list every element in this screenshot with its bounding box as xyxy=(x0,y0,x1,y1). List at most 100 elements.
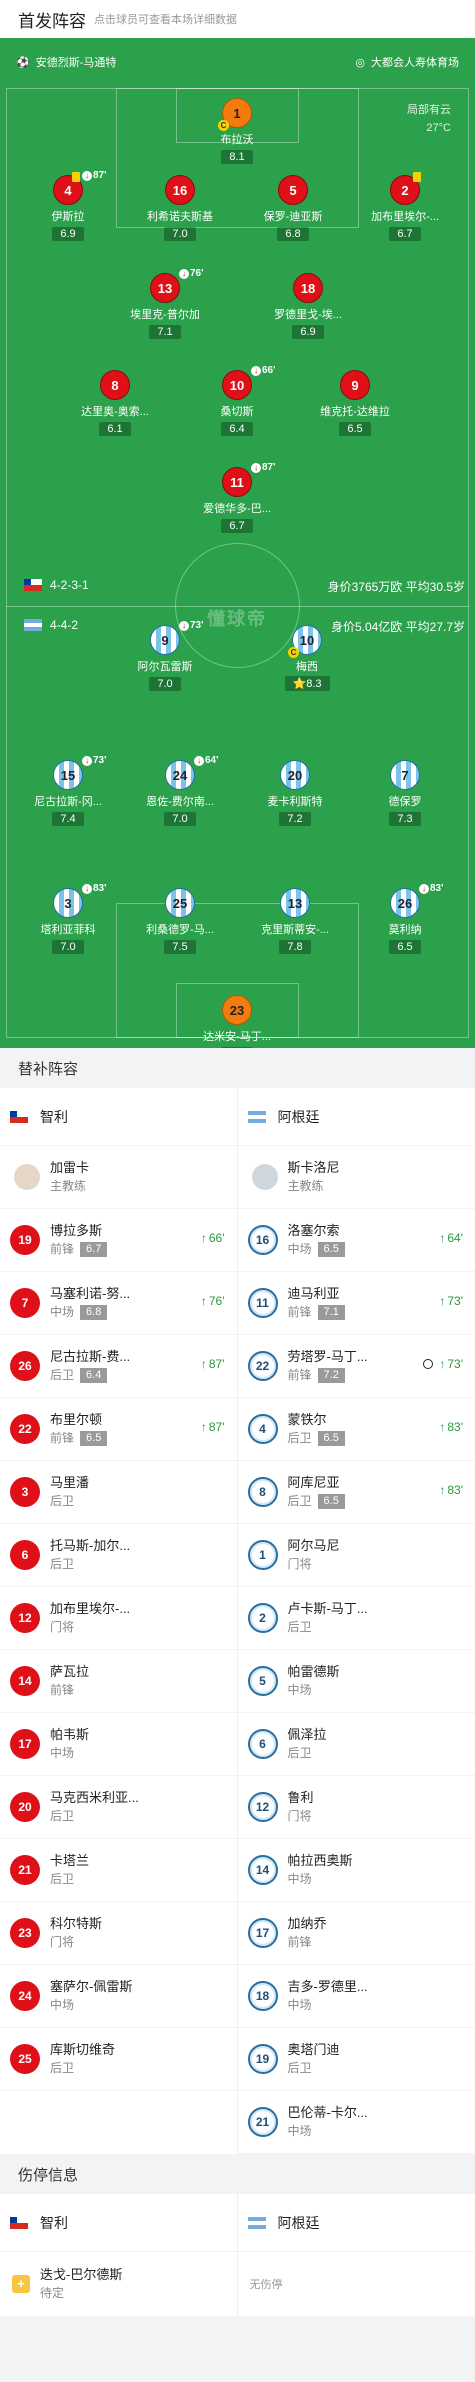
sub-player-row[interactable]: 11 迪马利亚 前锋 7.1 ↑ 73' xyxy=(237,1272,475,1335)
sub-player-row[interactable]: 7 马塞利诺-努... 中场 6.8 ↑ 76' xyxy=(0,1272,237,1335)
home-team-name: 智利 xyxy=(40,1108,68,1125)
sub-minute: 83' xyxy=(447,1420,463,1434)
sub-player-row[interactable]: 22 劳塔罗-马丁... 前锋 7.2 ↑ 73' xyxy=(237,1335,475,1398)
sub-player-row[interactable]: 1 阿尔马尼 门将 xyxy=(237,1524,475,1587)
away-player[interactable]: 26 ↓ 83' 莫利纳 6.5 xyxy=(350,883,460,955)
sub-in-icon: ↑ xyxy=(439,1294,446,1308)
shirt-number: 11 ↓ 87' xyxy=(222,462,276,497)
shirt-number: 25 xyxy=(165,888,195,918)
home-player[interactable]: 8 达里奥-奥索... 6.1 xyxy=(60,370,170,437)
sub-player-row[interactable]: 14 帕拉西奥斯 中场 xyxy=(237,1839,475,1902)
sub-in-icon: ↑ xyxy=(200,1231,207,1245)
sub-player-row[interactable]: 23 科尔特斯 门将 xyxy=(0,1902,237,1965)
home-player[interactable]: 11 ↓ 87' 爱德华多-巴... 6.7 xyxy=(182,462,292,534)
sub-player-row[interactable]: 26 尼古拉斯-费... 后卫 6.4 ↑ 87' xyxy=(0,1335,237,1398)
sub-player-row[interactable]: 21 卡塔兰 后卫 xyxy=(0,1839,237,1902)
player-name: 卡塔兰 xyxy=(50,1853,90,1868)
sub-in-marker: ↑ 64' xyxy=(439,1231,463,1245)
injury-row[interactable]: + 迭戈-巴尔德斯 待定 xyxy=(0,2252,237,2316)
sub-player-row[interactable]: 5 帕雷德斯 中场 xyxy=(237,1650,475,1713)
shirt-number-text: 1 xyxy=(233,105,241,121)
rating-value: 6.5 xyxy=(397,941,413,953)
sub-off-marker: ↓ 66' xyxy=(251,365,276,376)
sub-player-row[interactable]: 17 加纳乔 前锋 xyxy=(237,1902,475,1965)
sub-in-marker: ↑ 76' xyxy=(201,1294,225,1308)
home-player[interactable]: 16 利希诺夫斯基 7.0 xyxy=(125,175,235,242)
sub-player-row[interactable]: 6 佩泽拉 后卫 xyxy=(237,1713,475,1776)
subs-section-title: 替补阵容 xyxy=(0,1048,475,1088)
venue-label: ◎ 大都会人寿体育场 xyxy=(355,54,459,70)
sub-minute: 66' xyxy=(262,365,276,376)
away-player[interactable]: 24 ↓ 64' 恩佐-费尔南... 7.0 xyxy=(125,755,235,827)
away-player[interactable]: 9 ↓ 73' 阿尔瓦雷斯 7.0 xyxy=(110,620,220,692)
rating-value: 6.1 xyxy=(107,423,123,435)
sub-off-icon: ↓ xyxy=(82,755,92,766)
sub-player-row[interactable]: 18 吉多-罗德里... 中场 xyxy=(237,1965,475,2028)
home-subs-column: 智利 加雷卡 主教练 19 博拉多斯 前锋 6.7 ↑ 66' 7 马塞利诺-努... 中场 6.… xyxy=(0,1088,238,2154)
away-player[interactable]: 3 ↓ 83' 塔利亚菲科 7.0 xyxy=(13,883,123,955)
sub-player-row[interactable]: 25 库斯切维奇 后卫 xyxy=(0,2028,237,2091)
away-player[interactable]: 15 ↓ 73' 尼古拉斯-冈... 7.4 xyxy=(13,755,123,827)
away-coach-row[interactable]: 斯卡洛尼 主教练 xyxy=(237,1146,475,1209)
away-player[interactable]: 13 克里斯蒂安-... 7.8 xyxy=(240,888,350,955)
home-player[interactable]: 4 ↓ 87' 伊斯拉 6.9 xyxy=(13,170,123,242)
player-rating: 7.0 xyxy=(149,677,181,691)
sub-player-row[interactable]: 19 博拉多斯 前锋 6.7 ↑ 66' xyxy=(0,1209,237,1272)
home-player[interactable]: 5 保罗-迪亚斯 6.8 xyxy=(238,175,348,242)
away-player[interactable]: 25 利桑德罗-马... 7.5 xyxy=(125,888,235,955)
sub-off-marker: ↓ 73' xyxy=(179,620,204,631)
player-name: 克里斯蒂安-... xyxy=(261,924,329,936)
sub-minute: 87' xyxy=(208,1420,225,1434)
sub-off-marker: ↓ 73' xyxy=(82,755,107,766)
home-player[interactable]: 13 ↓ 76' 埃里克-普尔加 7.1 xyxy=(110,268,220,340)
sub-player-row[interactable]: 6 托马斯-加尔... 后卫 xyxy=(0,1524,237,1587)
away-player[interactable]: 10 C 梅西 ⭐8.3 xyxy=(252,625,362,692)
shirt-number: 5 xyxy=(247,1666,278,1696)
coach-name: 斯卡洛尼 xyxy=(287,1160,340,1175)
sub-off-icon: ↓ xyxy=(179,620,189,631)
sub-player-row[interactable]: 4 蒙铁尔 后卫 6.5 ↑ 83' xyxy=(237,1398,475,1461)
rating-value: 7.1 xyxy=(157,326,173,338)
away-player[interactable]: 7 德保罗 7.3 xyxy=(350,760,460,827)
player-name: 麦卡利斯特 xyxy=(267,796,323,808)
home-player[interactable]: 2 加布里埃尔-... 6.7 xyxy=(350,172,460,242)
player-name: 罗德里戈-埃... xyxy=(274,309,342,321)
sub-player-row[interactable]: 21 巴伦蒂-卡尔... 中场 xyxy=(237,2091,475,2154)
sub-player-row[interactable]: 3 马里潘 后卫 xyxy=(0,1461,237,1524)
sub-player-row[interactable]: 14 萨瓦拉 前锋 xyxy=(0,1650,237,1713)
player-name: 萨瓦拉 xyxy=(50,1664,90,1679)
player-name: 伊斯拉 xyxy=(51,211,85,223)
sub-player-row[interactable]: 12 鲁利 门将 xyxy=(237,1776,475,1839)
sub-player-row[interactable]: 8 阿库尼亚 后卫 6.5 ↑ 83' xyxy=(237,1461,475,1524)
sub-player-row[interactable]: 2 卢卡斯-马丁... 后卫 xyxy=(237,1587,475,1650)
sub-player-row[interactable]: 22 布里尔顿 前锋 6.5 ↑ 87' xyxy=(0,1398,237,1461)
player-position: 中场 xyxy=(50,1998,75,2012)
player-rating: 7.0 xyxy=(164,812,196,826)
home-team-header: 智利 xyxy=(0,1088,237,1146)
away-injury-header: 阿根廷 xyxy=(237,2194,475,2252)
sub-player-row[interactable]: 24 塞萨尔-佩雷斯 中场 xyxy=(0,1965,237,2028)
shirt-number: 14 xyxy=(247,1855,278,1885)
home-player[interactable]: 9 维克托-达维拉 6.5 xyxy=(300,370,410,437)
sub-player-row[interactable]: 17 帕韦斯 中场 xyxy=(0,1713,237,1776)
sub-player-row[interactable]: 12 加布里埃尔-... 门将 xyxy=(0,1587,237,1650)
sub-player-row[interactable]: 19 奥塔门迪 后卫 xyxy=(237,2028,475,2091)
away-player[interactable]: 20 麦卡利斯特 7.2 xyxy=(240,760,350,827)
home-player[interactable]: 1 C 布拉沃 8.1 xyxy=(182,98,292,165)
player-rating: 7.4 xyxy=(221,1047,253,1048)
shirt-number: 19 xyxy=(247,2044,278,2074)
chile-flag-icon xyxy=(10,2216,28,2229)
home-player[interactable]: 18 罗德里戈-埃... 6.9 xyxy=(253,273,363,340)
away-player[interactable]: 23 达米安-马丁... 7.4 xyxy=(182,995,292,1048)
player-position: 中场 xyxy=(50,1746,75,1760)
sub-player-row[interactable]: 16 洛塞尔索 中场 6.5 ↑ 64' xyxy=(237,1209,475,1272)
sub-in-marker: ↑ 73' xyxy=(423,1357,463,1371)
sub-player-row[interactable]: 20 马克西米利亚... 后卫 xyxy=(0,1776,237,1839)
home-player[interactable]: 10 ↓ 66' 桑切斯 6.4 xyxy=(182,365,292,437)
away-formation: 4-4-2 xyxy=(50,618,79,632)
home-coach-row[interactable]: 加雷卡 主教练 xyxy=(0,1146,237,1209)
player-name: 劳塔罗-马丁... xyxy=(287,1349,368,1364)
sub-minute: 76' xyxy=(208,1294,225,1308)
rating-value: 6.5 xyxy=(347,423,363,435)
player-name: 恩佐-费尔南... xyxy=(146,796,214,808)
